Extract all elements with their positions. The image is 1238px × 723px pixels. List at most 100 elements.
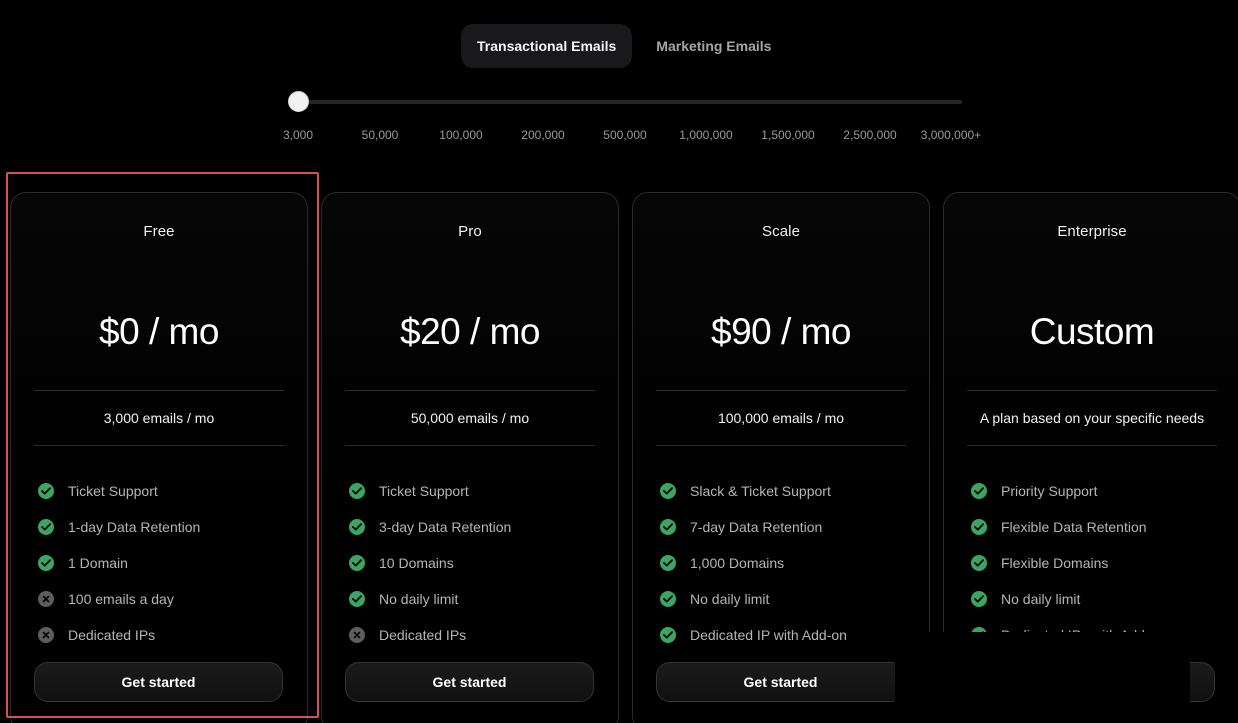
check-icon xyxy=(38,483,54,499)
feature-text: No daily limit xyxy=(690,591,770,607)
divider xyxy=(656,445,906,446)
feature-item: Ticket Support xyxy=(349,473,608,509)
feature-item: No daily limit xyxy=(660,581,919,617)
plan-price: $0 / mo xyxy=(99,311,219,352)
check-icon xyxy=(971,519,987,535)
plan-volume: 100,000 emails / mo xyxy=(717,410,845,426)
feature-item: Flexible Data Retention xyxy=(971,509,1230,545)
feature-item: 7-day Data Retention xyxy=(660,509,919,545)
pricing-page: Transactional Emails Marketing Emails 3,… xyxy=(0,0,1238,723)
feature-list: Ticket Support 3-day Data Retention 10 D… xyxy=(349,473,608,653)
slider-tick[interactable]: 1,500,000 xyxy=(761,128,814,142)
volume-slider-ticks: 3,000 50,000 100,000 200,000 500,000 1,0… xyxy=(0,128,1238,144)
check-icon xyxy=(38,519,54,535)
check-icon xyxy=(971,483,987,499)
slider-tick[interactable]: 2,500,000 xyxy=(843,128,896,142)
tab-marketing-emails[interactable]: Marketing Emails xyxy=(640,24,787,68)
feature-text: Flexible Domains xyxy=(1001,555,1109,571)
cross-icon xyxy=(349,627,365,643)
plan-volume: A plan based on your specific needs xyxy=(979,410,1205,426)
divider xyxy=(967,390,1217,391)
plan-title: Pro xyxy=(458,223,482,240)
feature-text: 1 Domain xyxy=(68,555,128,571)
feature-text: 1,000 Domains xyxy=(690,555,785,571)
feature-item: 3-day Data Retention xyxy=(349,509,608,545)
feature-item: 1 Domain xyxy=(38,545,297,581)
check-icon xyxy=(349,519,365,535)
check-icon xyxy=(349,591,365,607)
slider-tick[interactable]: 100,000 xyxy=(439,128,482,142)
get-started-button[interactable]: Get started xyxy=(345,662,594,702)
bottom-overlay xyxy=(895,632,1238,723)
slider-tick[interactable]: 3,000,000+ xyxy=(921,128,981,142)
plan-price: $90 / mo xyxy=(711,311,851,352)
feature-text: Slack & Ticket Support xyxy=(690,483,831,499)
feature-item: 10 Domains xyxy=(349,545,608,581)
get-started-button[interactable]: Get started xyxy=(656,662,905,702)
feature-item: Flexible Domains xyxy=(971,545,1230,581)
plan-title: Enterprise xyxy=(1057,223,1127,240)
feature-text: 1-day Data Retention xyxy=(68,519,201,535)
plan-price: Custom xyxy=(1029,311,1155,352)
cross-icon xyxy=(38,627,54,643)
plan-title: Free xyxy=(143,223,175,240)
check-icon xyxy=(38,555,54,571)
feature-text: Dedicated IPs xyxy=(379,627,467,643)
get-started-button[interactable]: Get started xyxy=(34,662,283,702)
feature-item: Slack & Ticket Support xyxy=(660,473,919,509)
feature-text: Dedicated IPs xyxy=(68,627,156,643)
feature-text: 10 Domains xyxy=(379,555,454,571)
check-icon xyxy=(971,555,987,571)
feature-text: Flexible Data Retention xyxy=(1001,519,1147,535)
volume-slider-thumb[interactable] xyxy=(288,91,309,112)
feature-text: 7-day Data Retention xyxy=(690,519,823,535)
plan-title: Scale xyxy=(761,223,801,240)
feature-item: 1,000 Domains xyxy=(660,545,919,581)
feature-text: No daily limit xyxy=(1001,591,1081,607)
feature-list: Ticket Support 1-day Data Retention 1 Do… xyxy=(38,473,297,653)
plan-price: $20 / mo xyxy=(400,311,540,352)
tab-transactional-emails[interactable]: Transactional Emails xyxy=(461,24,633,68)
plan-card-free: Free $0 / mo 3,000 emails / mo Ticket Su… xyxy=(10,192,308,723)
feature-text: No daily limit xyxy=(379,591,459,607)
divider xyxy=(345,445,595,446)
check-icon xyxy=(660,519,676,535)
feature-text: 3-day Data Retention xyxy=(379,519,512,535)
plan-card-pro: Pro $20 / mo 50,000 emails / mo Ticket S… xyxy=(321,192,619,723)
volume-slider-track[interactable] xyxy=(298,100,962,104)
cross-icon xyxy=(38,591,54,607)
feature-item: Priority Support xyxy=(971,473,1230,509)
slider-tick[interactable]: 3,000 xyxy=(283,128,313,142)
feature-list: Priority Support Flexible Data Retention… xyxy=(971,473,1230,653)
slider-tick[interactable]: 1,000,000 xyxy=(679,128,732,142)
check-icon xyxy=(660,483,676,499)
check-icon xyxy=(660,591,676,607)
feature-item: No daily limit xyxy=(349,581,608,617)
plan-card-scale: Scale $90 / mo 100,000 emails / mo Slack… xyxy=(632,192,930,723)
slider-tick[interactable]: 500,000 xyxy=(603,128,646,142)
feature-text: Ticket Support xyxy=(379,483,469,499)
feature-list: Slack & Ticket Support 7-day Data Retent… xyxy=(660,473,919,653)
email-type-tabs: Transactional Emails Marketing Emails xyxy=(461,24,787,68)
feature-item: Ticket Support xyxy=(38,473,297,509)
divider xyxy=(34,445,284,446)
slider-tick[interactable]: 200,000 xyxy=(521,128,564,142)
feature-item: 100 emails a day xyxy=(38,581,297,617)
plan-volume: 3,000 emails / mo xyxy=(103,410,215,426)
divider xyxy=(34,390,284,391)
check-icon xyxy=(660,627,676,643)
feature-text: Priority Support xyxy=(1001,483,1098,499)
divider xyxy=(656,390,906,391)
plan-volume: 50,000 emails / mo xyxy=(410,410,530,426)
divider xyxy=(967,445,1217,446)
feature-text: Ticket Support xyxy=(68,483,158,499)
check-icon xyxy=(349,483,365,499)
slider-tick[interactable]: 50,000 xyxy=(362,128,399,142)
feature-text: Dedicated IP with Add-on xyxy=(690,627,847,643)
feature-item: No daily limit xyxy=(971,581,1230,617)
check-icon xyxy=(660,555,676,571)
feature-item: Dedicated IPs xyxy=(38,617,297,653)
enterprise-button-edge[interactable] xyxy=(1190,662,1215,702)
feature-text: 100 emails a day xyxy=(68,591,174,607)
feature-item: Dedicated IPs xyxy=(349,617,608,653)
